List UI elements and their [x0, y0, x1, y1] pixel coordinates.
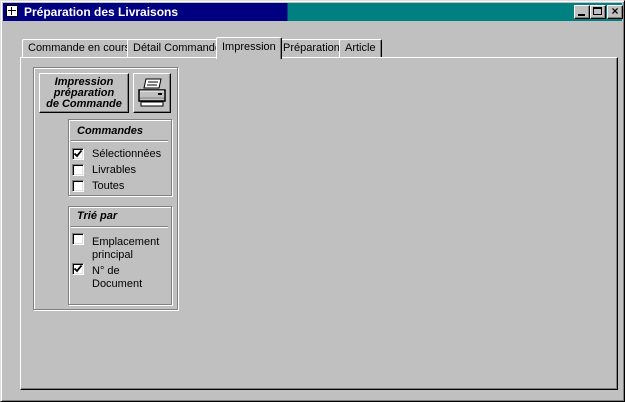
tab-article[interactable]: Article: [339, 39, 382, 58]
minimize-button[interactable]: [574, 5, 590, 19]
label-livrables: Livrables: [92, 164, 137, 176]
checkbox-emplacement-principal[interactable]: [72, 233, 84, 245]
close-button[interactable]: ×: [607, 4, 623, 19]
maximize-icon: [593, 7, 602, 15]
label-emplacement-line2: principal: [92, 249, 133, 261]
form-icon[interactable]: [6, 5, 18, 17]
tab-detail-commande[interactable]: Détail Commande: [127, 39, 228, 58]
checkbox-toutes[interactable]: [72, 180, 84, 192]
print-button-line3: de Commande: [46, 98, 122, 110]
checkbox-numero-document[interactable]: [72, 263, 84, 275]
window-title: Préparation des Livraisons: [24, 5, 179, 19]
label-numero-line2: Document: [92, 278, 143, 290]
print-preparation-button[interactable]: Impression préparation de Commande: [39, 73, 129, 113]
printer-button[interactable]: [133, 73, 171, 113]
title-bar[interactable]: Préparation des Livraisons ×: [3, 3, 623, 21]
checkbox-livrables[interactable]: [72, 164, 84, 176]
checkmark-icon: [74, 265, 82, 273]
trie-par-separator: [71, 226, 168, 228]
tab-impression[interactable]: Impression: [216, 37, 282, 59]
close-icon: ×: [611, 4, 619, 18]
commandes-group-label: Commandes: [77, 125, 144, 137]
app-window: Préparation des Livraisons × Commande en…: [0, 0, 625, 402]
label-selectionnees: Sélectionnées: [92, 148, 162, 160]
label-numero-line1: N° de: [92, 265, 120, 277]
commandes-separator: [71, 140, 168, 142]
minimize-icon: [578, 14, 585, 16]
checkbox-selectionnees[interactable]: [72, 148, 84, 160]
label-toutes: Toutes: [92, 180, 125, 192]
printer-icon: [138, 78, 166, 107]
tab-preparation[interactable]: Préparation: [277, 39, 346, 58]
label-emplacement-line1: Emplacement: [92, 236, 160, 248]
maximize-button[interactable]: [590, 5, 606, 19]
trie-par-group-label: Trié par: [77, 210, 118, 222]
checkmark-icon: [74, 150, 82, 158]
tab-commande-en-cours[interactable]: Commande en cours: [22, 39, 137, 58]
